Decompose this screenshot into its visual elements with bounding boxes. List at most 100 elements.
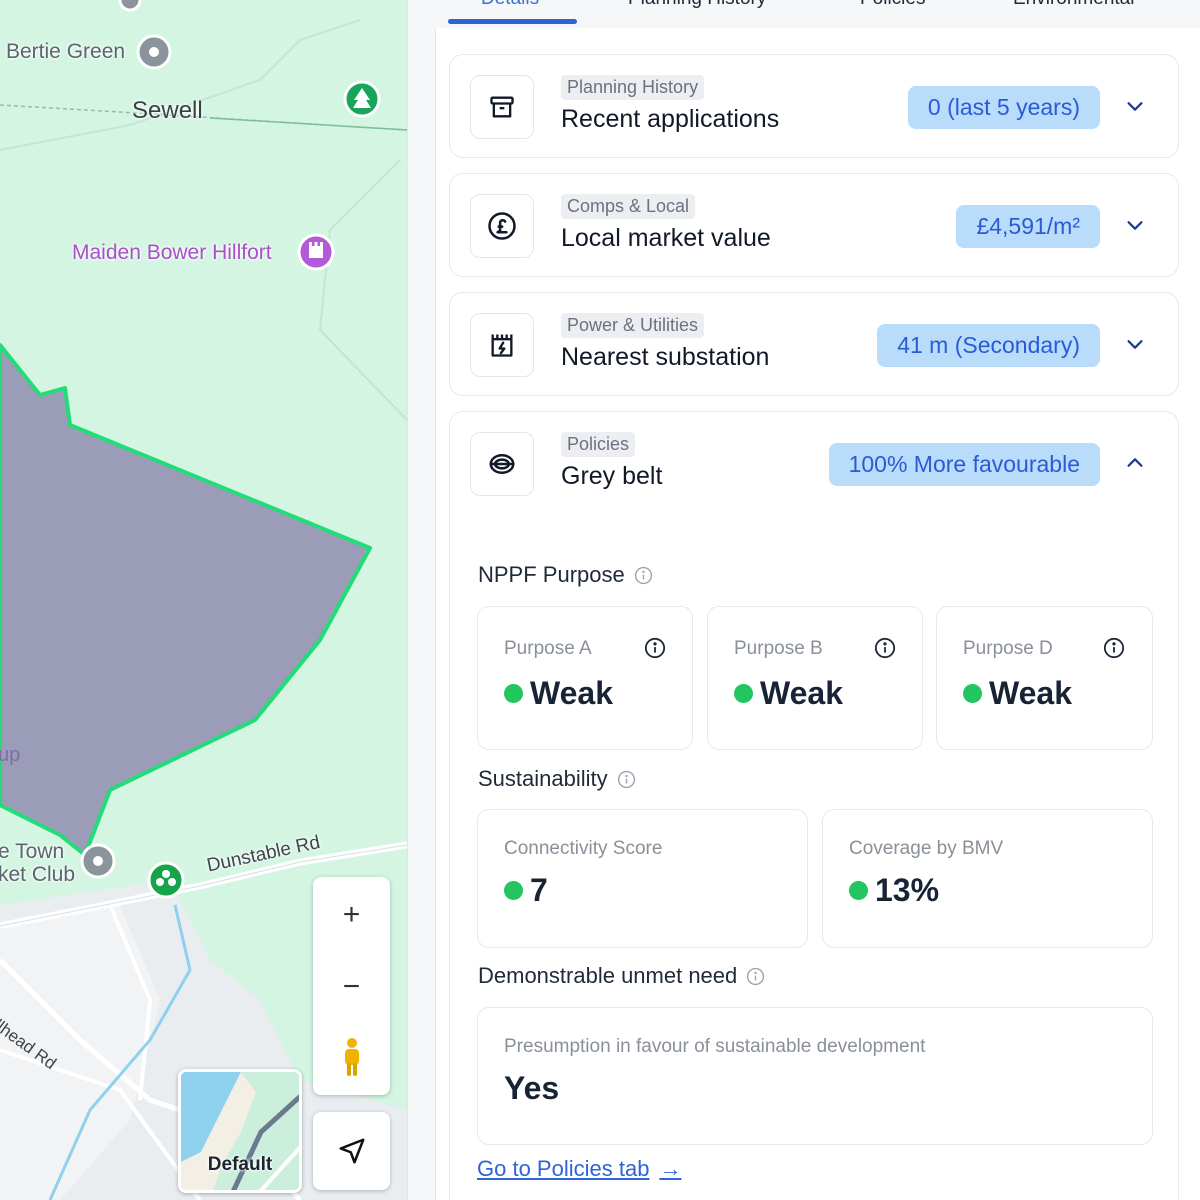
card-title: Nearest substation xyxy=(561,343,770,371)
link-label: Go to Policies tab xyxy=(477,1156,650,1181)
place-label: e Town xyxy=(0,840,65,863)
metric-label: Connectivity Score xyxy=(504,838,663,859)
section-heading-nppf: NPPF Purpose xyxy=(478,562,653,588)
metric-value: 7 xyxy=(504,872,548,909)
arrow-right-icon: → xyxy=(659,1156,682,1181)
card-planning-history[interactable]: Planning History Recent applications 0 (… xyxy=(449,54,1179,158)
map-pin-icon[interactable] xyxy=(80,843,116,879)
sustainability-card: Connectivity Score 7 xyxy=(477,809,808,948)
tab-bar: Details Planning History Policies Enviro… xyxy=(408,0,1200,28)
purpose-card: Purpose B Weak xyxy=(707,606,923,750)
status-dot xyxy=(849,881,868,900)
place-label: Sewell xyxy=(132,97,203,124)
info-icon[interactable] xyxy=(1103,637,1125,659)
info-icon[interactable] xyxy=(644,637,666,659)
map-pin-icon[interactable] xyxy=(136,34,172,70)
card-title: Recent applications xyxy=(561,105,780,133)
card-grey-belt: Policies Grey belt 100% More favourable … xyxy=(449,411,1179,1200)
castle-pin-icon[interactable] xyxy=(297,233,335,271)
park-pin-icon[interactable] xyxy=(147,861,185,899)
my-location-button[interactable] xyxy=(313,1112,390,1190)
info-icon[interactable] xyxy=(634,566,653,585)
place-label: Bertie Green xyxy=(6,40,126,63)
purpose-card: Purpose A Weak xyxy=(477,606,693,750)
details-panel: Details Planning History Policies Enviro… xyxy=(407,0,1200,1200)
street-view-button[interactable] xyxy=(313,1027,390,1087)
card-badge: 41 m (Secondary) xyxy=(877,324,1100,367)
tab-policies[interactable]: Policies xyxy=(860,0,925,10)
card-category: Policies xyxy=(561,432,636,457)
map-layer-toggle[interactable]: Default xyxy=(178,1069,302,1193)
purpose-value: Weak xyxy=(963,675,1072,712)
section-heading-sustainability: Sustainability xyxy=(478,766,636,792)
zoom-out-button[interactable]: − xyxy=(313,957,390,1017)
section-title: Sustainability xyxy=(478,766,608,791)
layer-label: Default xyxy=(207,1154,273,1175)
metric-label: Presumption in favour of sustainable dev… xyxy=(504,1036,926,1057)
tree-pin-icon[interactable] xyxy=(343,80,381,118)
section-heading-unmet-need: Demonstrable unmet need xyxy=(478,963,765,989)
card-badge: 100% More favourable xyxy=(828,443,1100,486)
status-dot xyxy=(734,684,753,703)
pegman-icon xyxy=(344,1038,359,1076)
section-title: NPPF Purpose xyxy=(478,562,625,587)
card-category: Power & Utilities xyxy=(561,313,705,338)
card-badge: 0 (last 5 years) xyxy=(907,86,1100,129)
place-label: ket Club xyxy=(0,863,76,886)
panel-content: Planning History Recent applications 0 (… xyxy=(435,28,1200,1200)
status-dot xyxy=(504,881,523,900)
archive-box-icon xyxy=(470,75,534,139)
card-title: Grey belt xyxy=(561,462,663,490)
purpose-card: Purpose D Weak xyxy=(936,606,1153,750)
card-power-utilities[interactable]: Power & Utilities Nearest substation 41 … xyxy=(449,292,1179,396)
card-badge: £4,591/m² xyxy=(956,205,1100,248)
place-label: Maiden Bower Hillfort xyxy=(72,241,272,264)
metric-value-text: 13% xyxy=(875,872,940,908)
metric-value: Yes xyxy=(504,1070,560,1106)
tab-planning-history[interactable]: Planning History xyxy=(628,0,766,10)
sustainability-card: Coverage by BMV 13% xyxy=(822,809,1153,948)
purpose-value: Weak xyxy=(504,675,613,712)
card-comps-local[interactable]: Comps & Local Local market value £4,591/… xyxy=(449,173,1179,277)
info-icon[interactable] xyxy=(874,637,896,659)
go-to-policies-link[interactable]: Go to Policies tab → xyxy=(477,1156,681,1182)
purpose-value-text: Weak xyxy=(530,675,614,711)
card-category: Comps & Local xyxy=(561,194,696,219)
place-label: up xyxy=(0,744,21,766)
substation-icon xyxy=(470,313,534,377)
purpose-value: Weak xyxy=(734,675,843,712)
metric-label: Coverage by BMV xyxy=(849,838,1004,859)
map-controls: + − xyxy=(313,877,390,1095)
purpose-label: Purpose B xyxy=(734,638,823,659)
purpose-label: Purpose A xyxy=(504,638,592,659)
card-title: Local market value xyxy=(561,224,771,252)
status-dot xyxy=(963,684,982,703)
purpose-value-text: Weak xyxy=(760,675,844,711)
zoom-in-button[interactable]: + xyxy=(313,885,390,945)
map-view[interactable]: Bertie Green Sewell Maiden Bower Hillfor… xyxy=(0,0,407,1200)
navigation-arrow-icon xyxy=(339,1138,364,1164)
tab-environmental[interactable]: Environmental xyxy=(1013,0,1134,10)
purpose-label: Purpose D xyxy=(963,638,1053,659)
metric-value: 13% xyxy=(849,872,939,909)
section-title: Demonstrable unmet need xyxy=(478,963,738,988)
map-pin-icon[interactable] xyxy=(118,0,142,12)
tab-details[interactable]: Details xyxy=(481,0,539,10)
app-root: Bertie Green Sewell Maiden Bower Hillfor… xyxy=(0,0,1200,1200)
info-icon[interactable] xyxy=(746,967,765,986)
chevron-down-icon[interactable] xyxy=(1120,91,1150,121)
plus-icon: + xyxy=(342,898,361,931)
pound-circle-icon xyxy=(470,194,534,258)
card-category: Planning History xyxy=(561,75,705,100)
purpose-value-text: Weak xyxy=(989,675,1073,711)
unmet-need-card: Presumption in favour of sustainable dev… xyxy=(477,1007,1153,1145)
active-tab-indicator xyxy=(448,19,577,24)
grey-belt-icon xyxy=(470,432,534,496)
chevron-down-icon[interactable] xyxy=(1120,329,1150,359)
status-dot xyxy=(504,684,523,703)
info-icon[interactable] xyxy=(617,770,636,789)
metric-value-text: 7 xyxy=(530,872,548,908)
chevron-up-icon[interactable] xyxy=(1120,448,1150,478)
minus-icon: − xyxy=(342,970,361,1003)
chevron-down-icon[interactable] xyxy=(1120,210,1150,240)
